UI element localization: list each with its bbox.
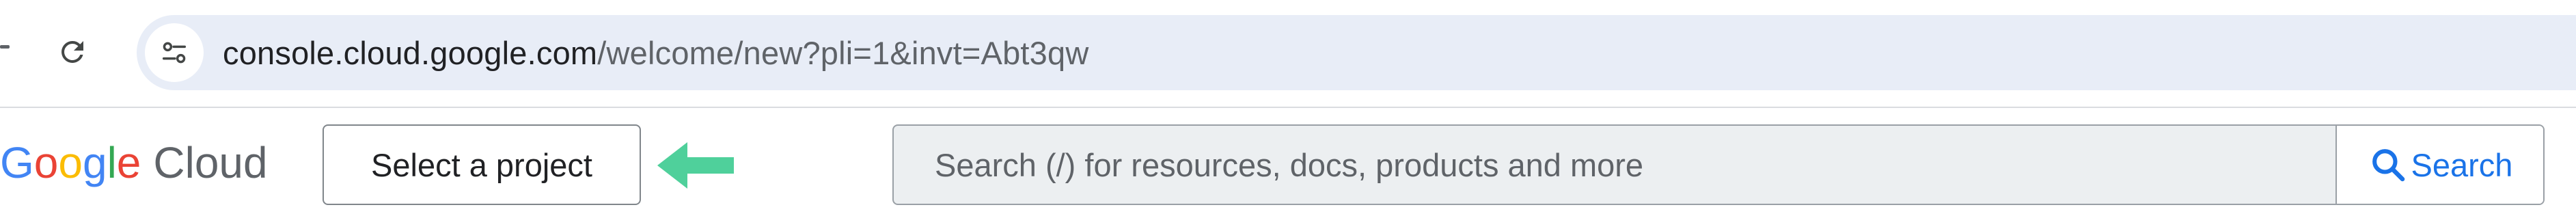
search-input[interactable] <box>894 126 2335 204</box>
tune-icon <box>162 42 187 64</box>
site-info-button[interactable] <box>145 23 204 82</box>
select-project-label: Select a project <box>371 146 592 183</box>
logo-letter: G <box>0 138 34 187</box>
logo-letter: g <box>82 138 107 187</box>
browser-toolbar: console.cloud.google.com/welcome/new?pli… <box>0 0 2576 108</box>
search-button-label: Search <box>2411 146 2513 183</box>
logo-letter: o <box>33 138 59 187</box>
logo-cloud-text: Cloud <box>153 138 268 187</box>
url-text[interactable]: console.cloud.google.com/welcome/new?pli… <box>223 34 1089 72</box>
select-project-button[interactable]: Select a project <box>323 124 641 205</box>
google-cloud-logo[interactable]: Go o g l e Cloud <box>0 138 268 187</box>
arrow-left-icon <box>657 142 734 189</box>
logo-letter: e <box>116 138 141 187</box>
reload-icon <box>61 40 83 63</box>
logo-letter: o <box>58 138 83 187</box>
url-host: console.cloud.google.com <box>223 34 598 71</box>
console-header: Go o g l e Cloud Select a project Search <box>0 108 2576 216</box>
search-button[interactable]: Search <box>2335 126 2543 204</box>
url-path: /welcome/new?pli=1&invt=Abt3qw <box>597 34 1089 71</box>
reload-button[interactable] <box>48 27 97 77</box>
logo-letter: l <box>107 138 117 187</box>
search-bar: Search <box>892 124 2545 205</box>
search-icon <box>2372 149 2404 182</box>
back-arrow-icon[interactable] <box>0 45 10 49</box>
address-bar[interactable]: console.cloud.google.com/welcome/new?pli… <box>137 15 2576 90</box>
